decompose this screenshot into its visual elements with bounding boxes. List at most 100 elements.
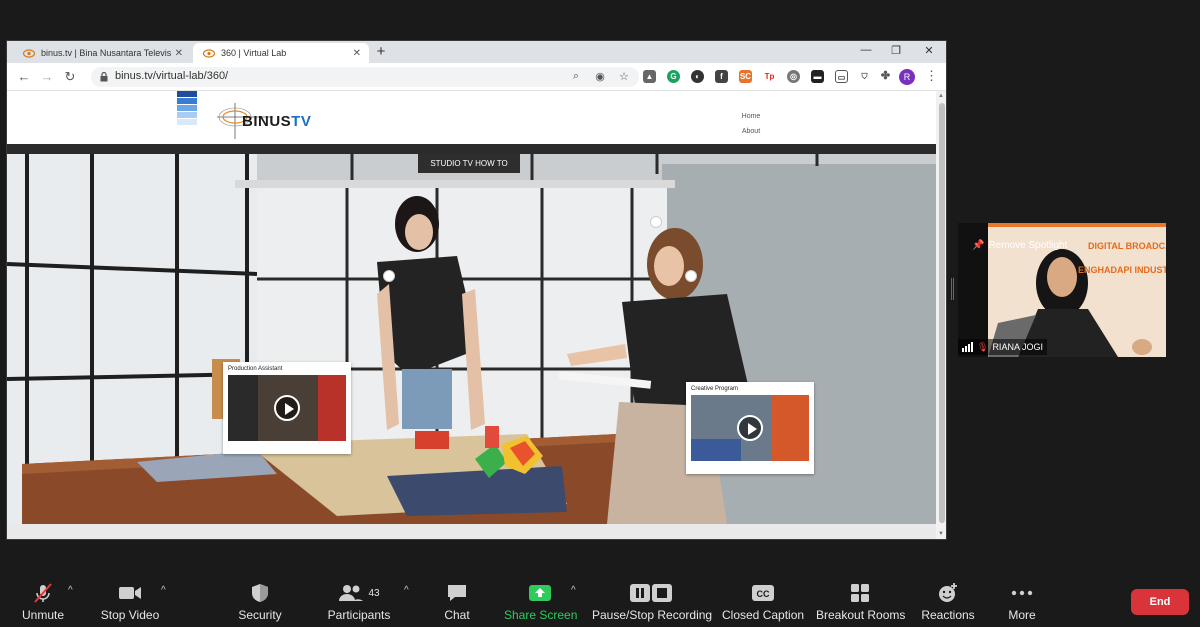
production-assistant-card[interactable]: Production Assistant [223,362,351,454]
hotspot-marker[interactable] [383,270,395,282]
logo-color-blocks [177,91,197,129]
f-icon[interactable]: f [715,70,728,83]
shield-icon [234,581,286,605]
participants-icon: 43 [326,581,392,605]
reload-icon[interactable]: ↻ [61,68,79,86]
slide-title-line-2: ENGHADAPI INDUSTR [1078,265,1166,275]
chat-label: Chat [444,608,470,622]
audio-options-chevron-icon[interactable]: ^ [68,585,73,596]
participants-button[interactable]: 43 Participants [326,581,392,625]
mic-muted-icon [18,581,68,605]
chat-icon [438,581,476,605]
back-icon[interactable]: ← [15,68,33,86]
video-thumbnail [691,395,809,461]
web-page: BINUSTV Home About STUDIO TV HOW TO Prod… [7,91,936,539]
video-camera-icon [98,581,162,605]
nav-home[interactable]: Home [739,113,763,120]
play-icon[interactable] [274,395,300,421]
share-screen-label: Share Screen [504,608,578,622]
end-meeting-button[interactable]: End [1131,589,1189,615]
sc-icon[interactable]: SC [739,70,752,83]
puzzle-icon[interactable]: ✤ [879,70,892,83]
logo-tv-text: TV [291,113,312,130]
share-screen-button[interactable]: Share Screen [504,581,578,625]
scroll-up-icon[interactable]: ▲ [938,93,944,99]
nav-about[interactable]: About [739,128,763,135]
minimize-icon[interactable]: — [851,44,881,56]
card-title: Production Assistant [228,366,283,372]
studio-banner[interactable]: STUDIO TV HOW TO [418,154,520,173]
address-bar[interactable]: binus.tv/virtual-lab/360/ ⌕ ◉ ☆ [91,67,639,87]
spotlight-label: Remove Spotlight [988,239,1068,251]
more-vert-icon[interactable]: ⋮ [925,68,938,84]
logo-text: BINUS [242,113,292,130]
slide-title-line-1: DIGITAL BROADCAST [1088,241,1166,251]
share-options-chevron-icon[interactable]: ^ [571,585,576,596]
forward-icon[interactable]: → [38,68,56,86]
stop-video-label: Stop Video [100,608,160,622]
moon-icon[interactable]: ◐ [691,70,704,83]
breakout-rooms-button[interactable]: Breakout Rooms [816,581,906,625]
scrollbar-thumb[interactable] [939,103,945,523]
chat-button[interactable]: Chat [438,581,476,625]
zoom-icon[interactable]: ⌕ [569,70,583,83]
restore-icon[interactable]: ❐ [881,44,911,57]
share-screen-icon [504,581,576,605]
participant-video-tile[interactable]: DIGITAL BROADCAST ENGHADAPI INDUSTR 📌 Re… [958,223,1166,357]
g-icon[interactable]: G [667,70,680,83]
cc-icon: CC [722,581,804,605]
participant-name-tag: 🎙 RIANA JOGI [958,339,1047,355]
closed-caption-label: Closed Caption [722,608,805,622]
tab-strip: binus.tv | Bina Nusantara Televisi ✕ 360… [7,41,946,63]
participants-count: 43 [368,587,380,599]
tab-virtual-lab[interactable]: 360 | Virtual Lab ✕ [193,43,369,63]
compass-icon[interactable]: ◎ [787,70,800,83]
unmute-label: Unmute [21,608,65,622]
hotspot-marker[interactable] [650,216,662,228]
remove-spotlight-button[interactable]: 📌 Remove Spotlight [972,236,1067,254]
scroll-down-icon[interactable]: ▼ [938,531,944,537]
mic-muted-icon: 🎙 [977,341,989,352]
svg-text:CC: CC [757,589,770,599]
pause-stop-recording-button[interactable]: Pause/Stop Recording [592,581,713,625]
more-horiz-icon [1002,581,1042,605]
browser-toolbar: ← → ↻ binus.tv/virtual-lab/360/ ⌕ ◉ ☆ ▲ … [7,63,946,91]
star-icon[interactable]: ☆ [617,70,631,83]
shield-icon[interactable]: ⛉ [858,70,871,83]
stop-video-button[interactable]: Stop Video [98,581,162,625]
page-footer-strip [7,524,936,539]
pause-stop-icon [592,581,710,605]
window-close-icon[interactable]: ✕ [914,44,944,57]
breakout-label: Breakout Rooms [816,608,906,622]
breakout-grid-icon [816,581,904,605]
360-studio-view[interactable]: STUDIO TV HOW TO Production Assistant Cr… [7,144,936,524]
reactions-button[interactable]: Reactions [920,581,976,625]
mask-icon[interactable]: ▬ [811,70,824,83]
participant-name: RIANA JOGI [992,342,1043,352]
binus-eye-icon [23,48,35,58]
hotspot-marker[interactable] [685,270,697,282]
close-icon[interactable]: ✕ [175,48,183,59]
participants-chevron-icon[interactable]: ^ [404,585,409,596]
tab-binus-home[interactable]: binus.tv | Bina Nusantara Televisi ✕ [13,43,191,63]
unmute-button[interactable]: Unmute [18,581,68,625]
more-button[interactable]: More [1002,581,1042,625]
reactions-label: Reactions [921,608,975,622]
panel-splitter[interactable] [951,278,954,300]
play-icon[interactable] [737,415,763,441]
close-icon[interactable]: ✕ [353,48,361,59]
tp-icon[interactable]: Tp [763,70,776,83]
warning-icon[interactable]: ▲ [643,70,656,83]
creative-program-card[interactable]: Creative Program [686,382,814,474]
profile-avatar[interactable]: R [899,69,915,85]
site-logo[interactable]: BINUSTV [242,113,311,130]
browser-window: binus.tv | Bina Nusantara Televisi ✕ 360… [6,40,947,540]
new-tab-icon[interactable]: + [373,43,389,61]
security-button[interactable]: Security [234,581,286,625]
security-label: Security [238,608,282,622]
video-options-chevron-icon[interactable]: ^ [161,585,166,596]
chat-icon[interactable]: ▭ [835,70,848,83]
closed-caption-button[interactable]: CC Closed Caption [722,581,804,625]
eye-off-icon[interactable]: ◉ [593,70,607,83]
recording-label: Pause/Stop Recording [592,608,713,622]
